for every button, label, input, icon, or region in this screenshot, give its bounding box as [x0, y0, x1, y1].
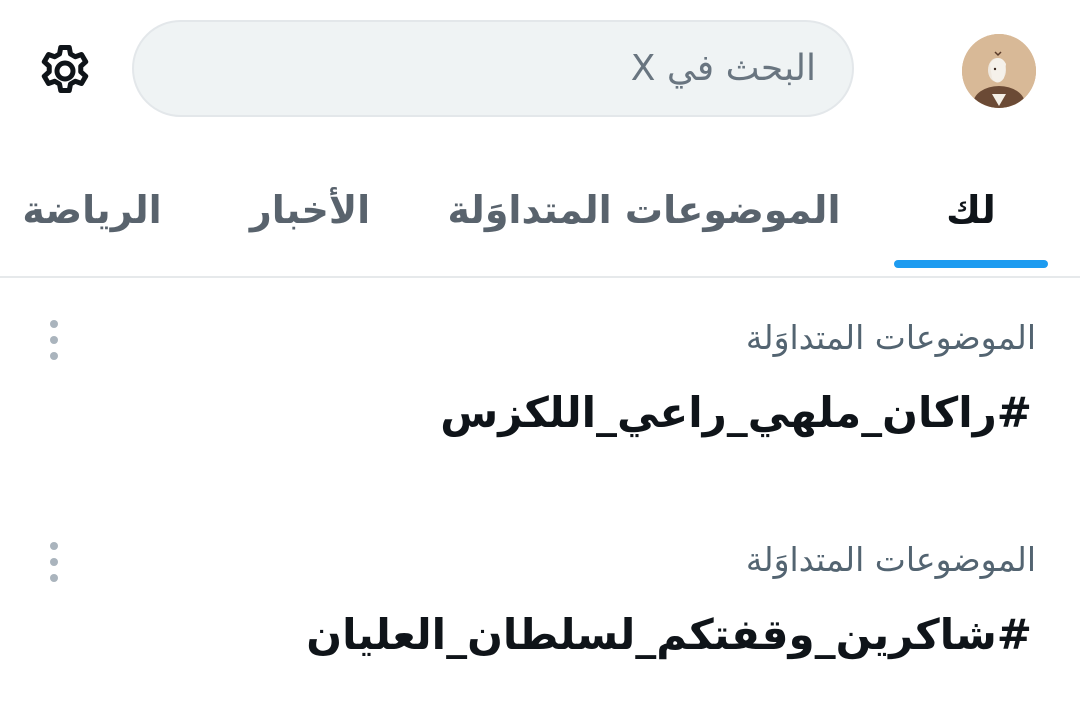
avatar[interactable]: [962, 34, 1036, 108]
tab-news[interactable]: الأخبار: [238, 152, 382, 268]
tab-sports[interactable]: الرياضة: [12, 152, 172, 268]
search-input[interactable]: [168, 47, 818, 90]
top-bar: [0, 0, 1080, 140]
more-dots-icon: [50, 542, 58, 550]
trend-item[interactable]: الموضوعات المتداوَلة #راكان_ملهي_راعي_ال…: [0, 300, 1080, 500]
tab-label: الرياضة: [22, 188, 162, 232]
search-field[interactable]: [132, 20, 854, 117]
more-dot: [50, 574, 58, 582]
tab-for-you[interactable]: لك: [894, 152, 1048, 268]
tab-label: لك: [946, 188, 996, 232]
more-options-button[interactable]: [34, 314, 74, 366]
profile-avatar-icon: [962, 34, 1036, 108]
more-dot: [50, 558, 58, 566]
tab-bar: لك الموضوعات المتداوَلة الأخبار الرياضة: [0, 160, 1080, 278]
tab-label: الموضوعات المتداوَلة: [447, 188, 841, 232]
trend-context: الموضوعات المتداوَلة: [745, 318, 1036, 357]
more-options-button[interactable]: [34, 536, 74, 588]
more-dot: [50, 336, 58, 344]
trend-context: الموضوعات المتداوَلة: [745, 540, 1036, 579]
tab-trending[interactable]: الموضوعات المتداوَلة: [447, 152, 841, 268]
tab-label: الأخبار: [249, 188, 371, 232]
more-dot: [50, 352, 58, 360]
gear-icon: [41, 45, 89, 93]
settings-button[interactable]: [30, 40, 100, 102]
trend-hashtag: #راكان_ملهي_راعي_اللكزس: [440, 388, 1032, 437]
trend-hashtag: #شاكرين_وقفتكم_لسلطان_العليان: [306, 610, 1032, 659]
more-dots-icon: [50, 320, 58, 328]
trend-item[interactable]: الموضوعات المتداوَلة #شاكرين_وقفتكم_لسلط…: [0, 522, 1080, 722]
active-tab-indicator: [894, 260, 1048, 268]
